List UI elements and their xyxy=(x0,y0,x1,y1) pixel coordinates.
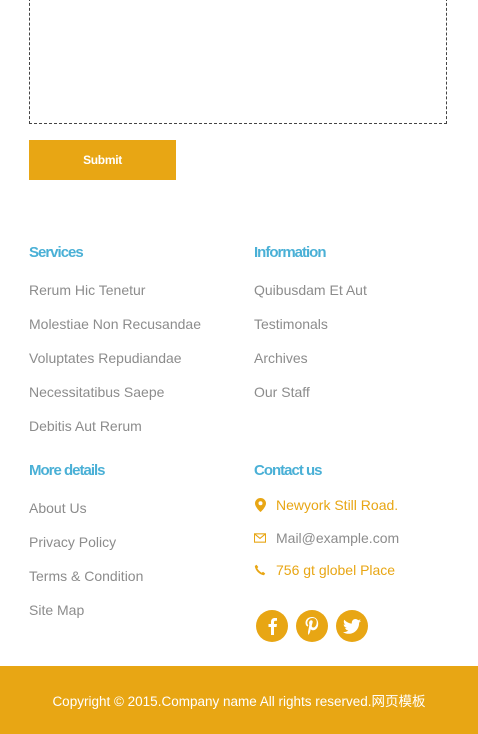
submit-button[interactable]: Submit xyxy=(29,140,176,180)
site-map-link[interactable]: Site Map xyxy=(29,601,84,619)
twitter-button[interactable] xyxy=(336,610,368,642)
copyright-text: Copyright © 2015.Company name All rights… xyxy=(52,690,425,710)
terms-condition-link[interactable]: Terms & Condition xyxy=(29,567,143,585)
more-details-heading: More details xyxy=(29,462,106,479)
phone-icon xyxy=(254,563,266,577)
mail-icon xyxy=(254,531,266,545)
services-section: Services Rerum Hic Tenetur Molestiae Non… xyxy=(29,244,239,434)
information-link-3[interactable]: Archives xyxy=(254,349,308,367)
services-link-5[interactable]: Debitis Aut Rerum xyxy=(29,417,142,435)
footer: Copyright © 2015.Company name All rights… xyxy=(0,666,478,734)
information-link-4[interactable]: Our Staff xyxy=(254,383,310,401)
contact-phone: 756 gt globel Place xyxy=(276,562,396,578)
pinterest-button[interactable] xyxy=(296,610,328,642)
copyright-notice: Copyright © 2015.Company name All rights… xyxy=(52,694,372,709)
map-pin-icon xyxy=(254,498,266,512)
template-link[interactable]: 网页模板 xyxy=(372,694,426,709)
privacy-policy-link[interactable]: Privacy Policy xyxy=(29,533,116,551)
more-details-section: More details About Us Privacy Policy Ter… xyxy=(29,462,239,618)
twitter-icon xyxy=(343,618,361,634)
services-link-4[interactable]: Necessitatibus Saepe xyxy=(29,383,164,401)
contact-email-link[interactable]: Mail@example.com xyxy=(276,530,399,546)
services-heading: Services xyxy=(29,244,84,261)
services-link-1[interactable]: Rerum Hic Tenetur xyxy=(29,281,145,299)
information-heading: Information xyxy=(254,244,327,261)
contact-phone-row: 756 gt globel Place xyxy=(254,562,395,578)
information-link-2[interactable]: Testimonals xyxy=(254,315,328,333)
contact-section: Contact us Newyork Still Road. Mail@exam… xyxy=(254,462,464,578)
information-section: Information Quibusdam Et Aut Testimonals… xyxy=(254,244,464,400)
about-us-link[interactable]: About Us xyxy=(29,499,87,517)
contact-address-row: Newyork Still Road. xyxy=(254,497,398,513)
services-link-2[interactable]: Molestiae Non Recusandae xyxy=(29,315,201,333)
pinterest-icon xyxy=(304,616,320,636)
contact-heading: Contact us xyxy=(254,462,323,479)
services-link-3[interactable]: Voluptates Repudiandae xyxy=(29,349,182,367)
message-textarea[interactable] xyxy=(29,0,447,124)
facebook-icon xyxy=(265,617,279,635)
facebook-button[interactable] xyxy=(256,610,288,642)
contact-email-row: Mail@example.com xyxy=(254,530,399,546)
information-link-1[interactable]: Quibusdam Et Aut xyxy=(254,281,367,299)
contact-address: Newyork Still Road. xyxy=(276,497,399,513)
